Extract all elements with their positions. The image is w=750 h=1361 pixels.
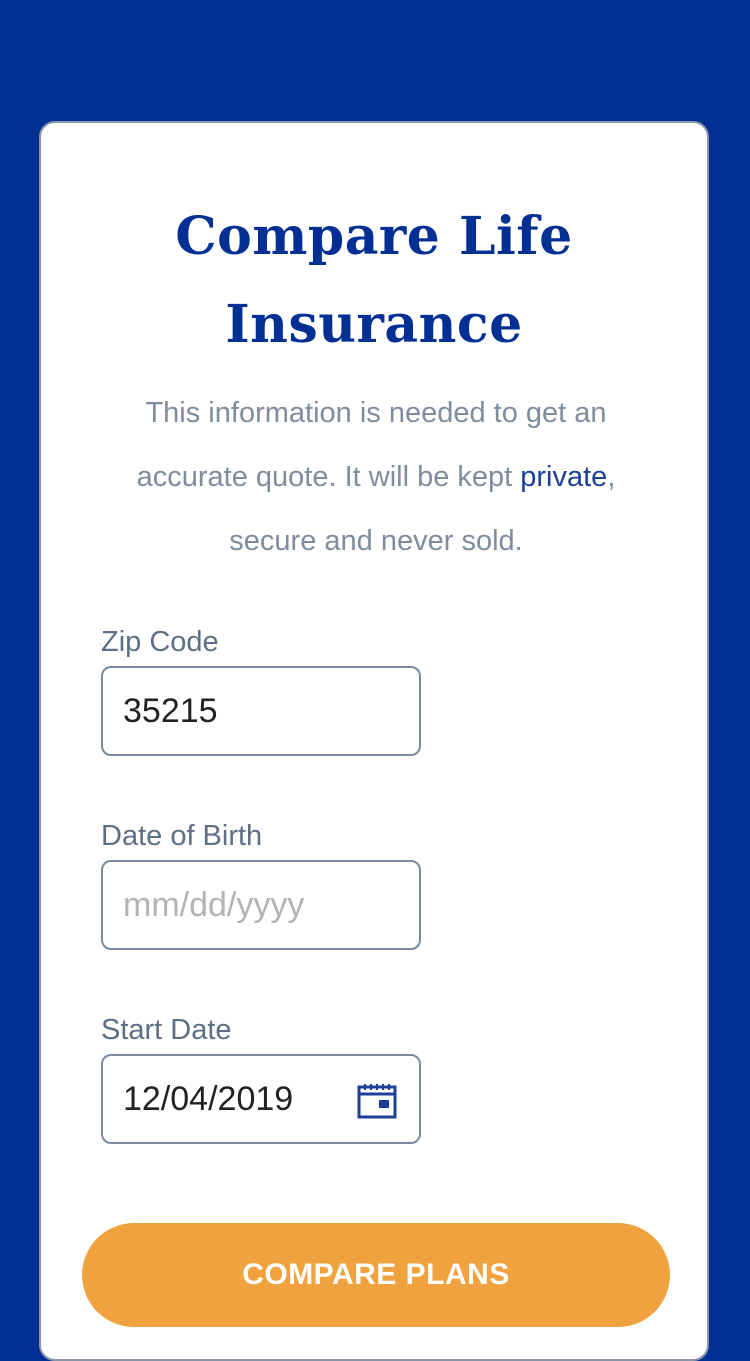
zip-code-input[interactable] xyxy=(123,668,343,754)
date-of-birth-input[interactable] xyxy=(123,862,343,948)
calendar-icon[interactable] xyxy=(357,1083,397,1119)
page-title: Compare Life Insurance xyxy=(41,193,707,369)
compare-plans-button[interactable]: COMPARE PLANS xyxy=(82,1223,670,1327)
privacy-notice: This information is needed to get an acc… xyxy=(101,381,651,573)
privacy-link[interactable]: private xyxy=(520,461,607,493)
zip-code-label: Zip Code xyxy=(101,626,219,658)
title-line-2: Insurance xyxy=(225,294,523,355)
start-date-label: Start Date xyxy=(101,1014,232,1046)
start-date-field[interactable] xyxy=(101,1054,421,1144)
date-of-birth-field[interactable] xyxy=(101,860,421,950)
quote-form-card: Compare Life Insurance This information … xyxy=(39,121,709,1361)
start-date-input[interactable] xyxy=(123,1056,343,1142)
zip-code-field[interactable] xyxy=(101,666,421,756)
date-of-birth-label: Date of Birth xyxy=(101,820,263,852)
title-line-1: Compare Life xyxy=(175,206,573,267)
